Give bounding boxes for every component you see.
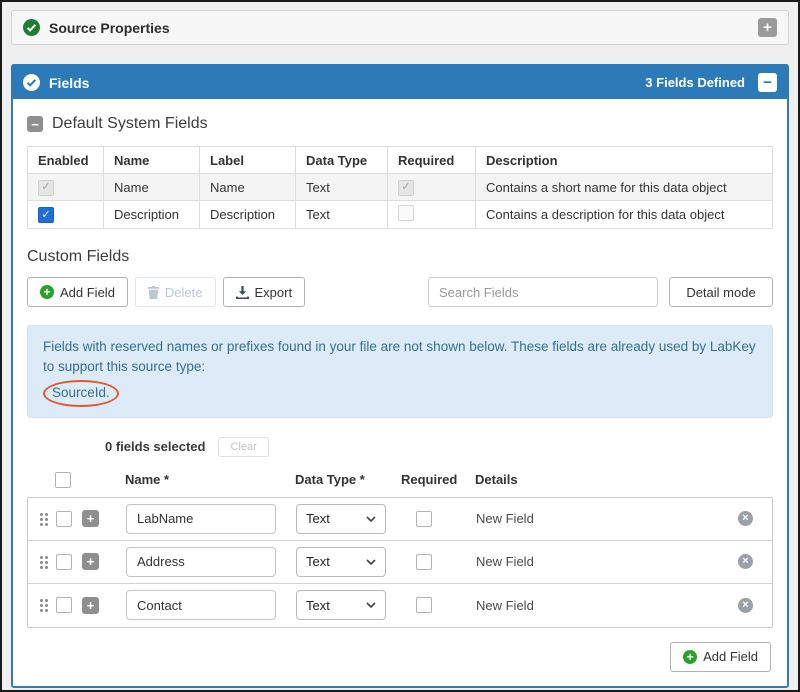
cell-label: Name [200, 174, 296, 201]
required-checkbox[interactable] [416, 597, 432, 613]
expand-field-button[interactable]: + [82, 510, 99, 527]
col-header-name: Name [104, 147, 200, 174]
required-checkbox: ✓ [398, 180, 414, 196]
required-checkbox[interactable] [416, 511, 432, 527]
add-field-row: + Add Field [29, 642, 771, 672]
fields-selected-count: 0 fields selected [105, 439, 205, 454]
field-details: New Field [476, 598, 738, 613]
page: Source Properties + Fields 3 Fields Defi… [0, 0, 800, 692]
check-circle-icon [23, 74, 40, 91]
required-checkbox[interactable] [398, 205, 414, 221]
chevron-down-icon [366, 516, 376, 522]
expand-field-button[interactable]: + [82, 597, 99, 614]
chevron-down-icon [366, 559, 376, 565]
row-checkbox[interactable] [56, 597, 72, 613]
field-name-input[interactable] [126, 547, 276, 577]
search-fields-input[interactable] [428, 277, 658, 307]
drag-handle-icon[interactable] [40, 555, 48, 569]
collapse-panel-button[interactable]: − [758, 73, 777, 92]
col-header-data-type: Data Type [296, 147, 388, 174]
fields-panel-body: − Default System Fields Enabled Name Lab… [13, 99, 787, 686]
plus-circle-icon: + [683, 650, 697, 664]
default-system-fields-table: Enabled Name Label Data Type Required De… [27, 146, 773, 229]
table-row: ✓ Description Description Text Contains … [28, 201, 773, 229]
alert-message: Fields with reserved names or prefixes f… [43, 339, 756, 374]
fields-grid-header: Name * Data Type * Required Details [27, 472, 773, 488]
export-button[interactable]: Export [223, 277, 306, 307]
fields-panel-header: Fields 3 Fields Defined − [13, 66, 787, 99]
field-name-input[interactable] [126, 504, 276, 534]
drag-handle-icon[interactable] [40, 598, 48, 612]
cell-data-type: Text [296, 174, 388, 201]
add-field-button[interactable]: + Add Field [27, 277, 128, 307]
reserved-fields-alert: Fields with reserved names or prefixes f… [27, 325, 773, 418]
plus-circle-icon: + [40, 285, 54, 299]
trash-icon [148, 286, 159, 299]
default-system-fields-title: Default System Fields [52, 115, 208, 133]
check-circle-icon [23, 19, 40, 36]
grid-header-required: Required [401, 472, 465, 487]
custom-fields-toolbar: + Add Field Delete Export D [27, 277, 773, 307]
enabled-checkbox[interactable]: ✓ [38, 207, 54, 223]
expand-panel-button[interactable]: + [758, 18, 777, 37]
enabled-checkbox: ✓ [38, 180, 54, 196]
field-row: + Text New Field × [28, 541, 772, 584]
grid-header-data-type: Data Type * [295, 472, 385, 487]
default-system-fields-header: − Default System Fields [27, 115, 773, 133]
clear-selection-button[interactable]: Clear [218, 437, 268, 457]
footer: Cancel Finish Creating Source Type [2, 688, 798, 692]
custom-fields-title: Custom Fields [27, 248, 773, 266]
remove-field-button[interactable]: × [738, 598, 753, 613]
table-row: ✓ Name Name Text ✓ Contains a short name… [28, 174, 773, 201]
fields-panel: Fields 3 Fields Defined − − Default Syst… [11, 64, 789, 688]
data-type-select[interactable]: Text [296, 504, 386, 534]
cell-label: Description [200, 201, 296, 229]
collapse-section-icon[interactable]: − [27, 116, 43, 132]
highlighted-term: SourceId. [52, 385, 110, 400]
drag-handle-icon[interactable] [40, 512, 48, 526]
cell-data-type: Text [296, 201, 388, 229]
field-details: New Field [476, 511, 738, 526]
fields-grid-rows: + Text New Field × [27, 497, 773, 628]
delete-button[interactable]: Delete [135, 277, 216, 307]
grid-header-name: Name * [125, 472, 275, 487]
fields-panel-title: Fields [49, 75, 645, 91]
col-header-description: Description [476, 147, 773, 174]
field-row: + Text New Field × [28, 584, 772, 627]
expand-field-button[interactable]: + [82, 553, 99, 570]
grid-header-details: Details [475, 472, 739, 487]
source-properties-title: Source Properties [49, 20, 758, 36]
cell-name: Name [104, 174, 200, 201]
row-checkbox[interactable] [56, 511, 72, 527]
remove-field-button[interactable]: × [738, 554, 753, 569]
remove-field-button[interactable]: × [738, 511, 753, 526]
field-name-input[interactable] [126, 590, 276, 620]
data-type-select[interactable]: Text [296, 590, 386, 620]
cell-description: Contains a description for this data obj… [476, 201, 773, 229]
source-properties-panel-header: Source Properties + [11, 10, 789, 45]
row-checkbox[interactable] [56, 554, 72, 570]
col-header-required: Required [388, 147, 476, 174]
col-header-label: Label [200, 147, 296, 174]
detail-mode-button[interactable]: Detail mode [669, 277, 773, 307]
data-type-select[interactable]: Text [296, 547, 386, 577]
cell-description: Contains a short name for this data obje… [476, 174, 773, 201]
fields-defined-count: 3 Fields Defined [645, 75, 745, 90]
chevron-down-icon [366, 602, 376, 608]
select-all-checkbox[interactable] [55, 472, 71, 488]
selection-summary-row: 0 fields selected Clear [105, 437, 773, 457]
col-header-enabled: Enabled [28, 147, 104, 174]
download-icon [236, 286, 249, 299]
required-checkbox[interactable] [416, 554, 432, 570]
field-row: + Text New Field × [28, 498, 772, 541]
field-details: New Field [476, 554, 738, 569]
sourceid-annotation: SourceId. [43, 380, 119, 407]
cell-name: Description [104, 201, 200, 229]
add-field-button-bottom[interactable]: + Add Field [670, 642, 771, 672]
